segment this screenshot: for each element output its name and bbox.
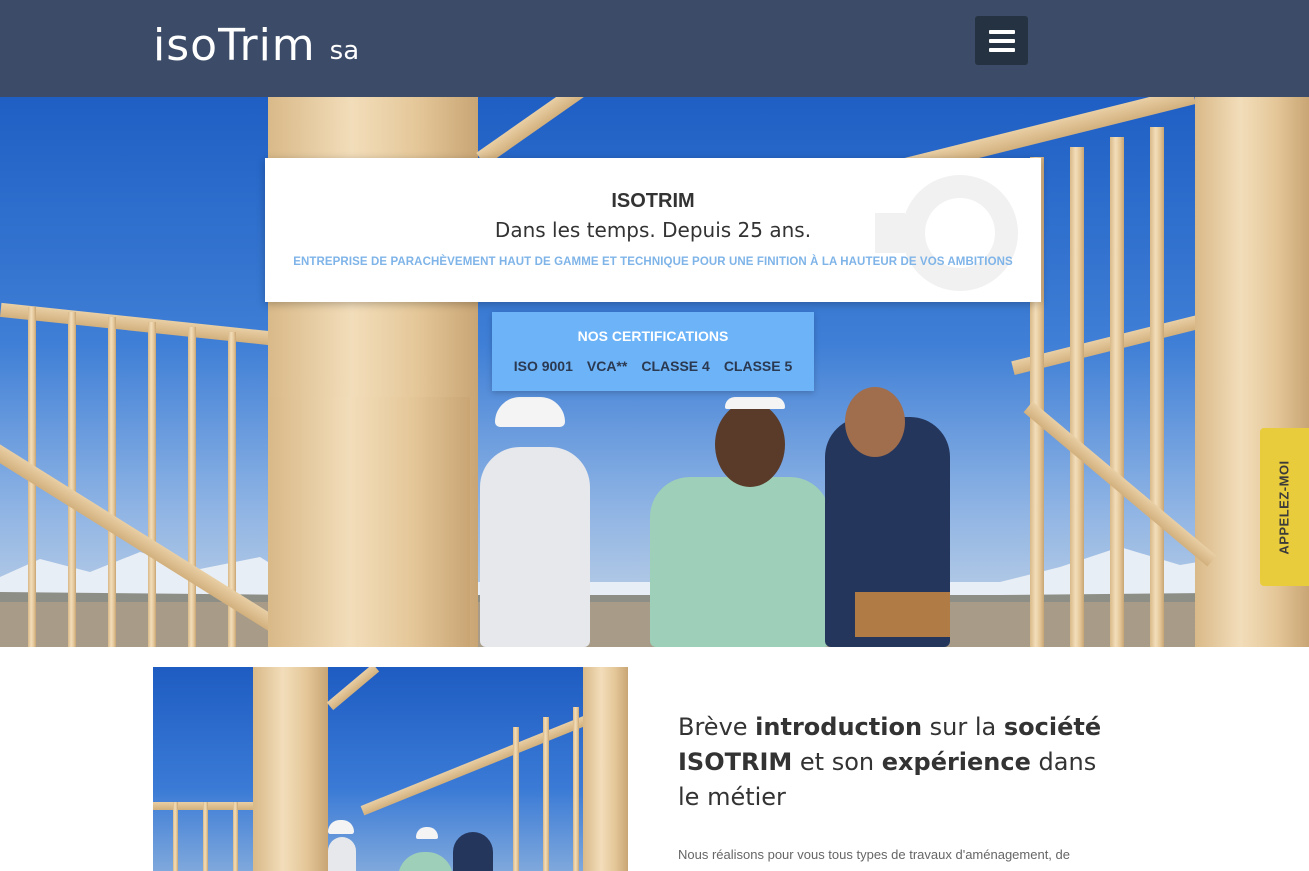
intro-heading-part: et son xyxy=(792,748,882,776)
hamburger-icon-line xyxy=(988,47,1015,52)
wooden-post xyxy=(1150,127,1164,647)
wooden-beam xyxy=(476,97,584,166)
hero-title: ISOTRIM xyxy=(611,190,695,212)
certification-item: ISO 9001 xyxy=(513,358,573,374)
hero-description: ENTREPRISE DE PARACHÈVEMENT HAUT DE GAMM… xyxy=(293,256,1013,268)
wooden-post xyxy=(148,322,156,647)
worker-head xyxy=(715,402,785,487)
wooden-post xyxy=(1110,137,1124,647)
certifications-box: NOS CERTIFICATIONS ISO 9001 VCA** CLASSE… xyxy=(492,312,814,391)
logo-main-text: isoTrim xyxy=(153,20,316,71)
intro-paragraph: Nous réalisons pour vous tous types de t… xyxy=(678,847,1070,862)
hamburger-icon xyxy=(988,29,1015,34)
tool-belt xyxy=(855,592,950,637)
worker-man-blue xyxy=(453,832,493,871)
site-header: isoTrim sa xyxy=(0,0,1309,97)
intro-heading-part: sur la xyxy=(922,713,1004,741)
wooden-post-large xyxy=(253,667,328,871)
wooden-beam xyxy=(326,667,380,711)
wooden-post-foreground xyxy=(270,397,470,647)
wooden-post xyxy=(108,317,116,647)
wooden-post xyxy=(543,717,549,871)
call-me-label: APPELEZ-MOI xyxy=(1277,459,1292,555)
worker-woman xyxy=(328,837,356,871)
certification-item: CLASSE 5 xyxy=(723,358,793,374)
wooden-beam xyxy=(360,708,606,816)
wooden-post xyxy=(1070,147,1084,647)
hamburger-icon-line xyxy=(988,38,1015,43)
wooden-post xyxy=(188,327,196,647)
wooden-post xyxy=(513,727,519,871)
hard-hat xyxy=(328,820,354,834)
call-me-tab[interactable]: APPELEZ-MOI xyxy=(1260,428,1309,586)
wooden-post-large xyxy=(583,667,628,871)
logo[interactable]: isoTrim sa xyxy=(153,18,359,68)
intro-heading-part: Brève xyxy=(678,713,756,741)
worker-man-green xyxy=(650,477,830,647)
wooden-post xyxy=(233,802,238,871)
hamburger-menu-button[interactable] xyxy=(975,16,1028,65)
hard-hat xyxy=(495,397,565,427)
worker-head xyxy=(845,387,905,457)
hard-hat xyxy=(416,827,438,839)
worker-man-green xyxy=(398,852,453,871)
wooden-post xyxy=(203,802,208,871)
worker-woman xyxy=(480,447,590,647)
intro-heading-part: société xyxy=(1003,713,1102,741)
wooden-post xyxy=(68,312,76,647)
intro-heading-part: introduction xyxy=(755,713,923,741)
hero-info-card: ISOTRIM Dans les temps. Depuis 25 ans. E… xyxy=(265,158,1041,302)
certifications-list: ISO 9001 VCA** CLASSE 4 CLASSE 5 xyxy=(492,358,814,374)
certifications-title: NOS CERTIFICATIONS xyxy=(577,328,729,344)
logo-sub-text: sa xyxy=(329,36,360,66)
hero-subtitle: Dans les temps. Depuis 25 ans. xyxy=(494,218,812,242)
intro-heading-part: ISOTRIM xyxy=(678,748,793,776)
intro-heading: Brève introduction sur la société ISOTRI… xyxy=(678,710,1118,815)
certification-item: CLASSE 4 xyxy=(641,358,710,374)
certification-item: VCA** xyxy=(586,358,628,374)
intro-image xyxy=(153,667,628,871)
hard-hat xyxy=(725,397,785,409)
wooden-post xyxy=(173,802,178,871)
wooden-post xyxy=(573,707,579,871)
intro-heading-part: expérience xyxy=(881,748,1031,776)
